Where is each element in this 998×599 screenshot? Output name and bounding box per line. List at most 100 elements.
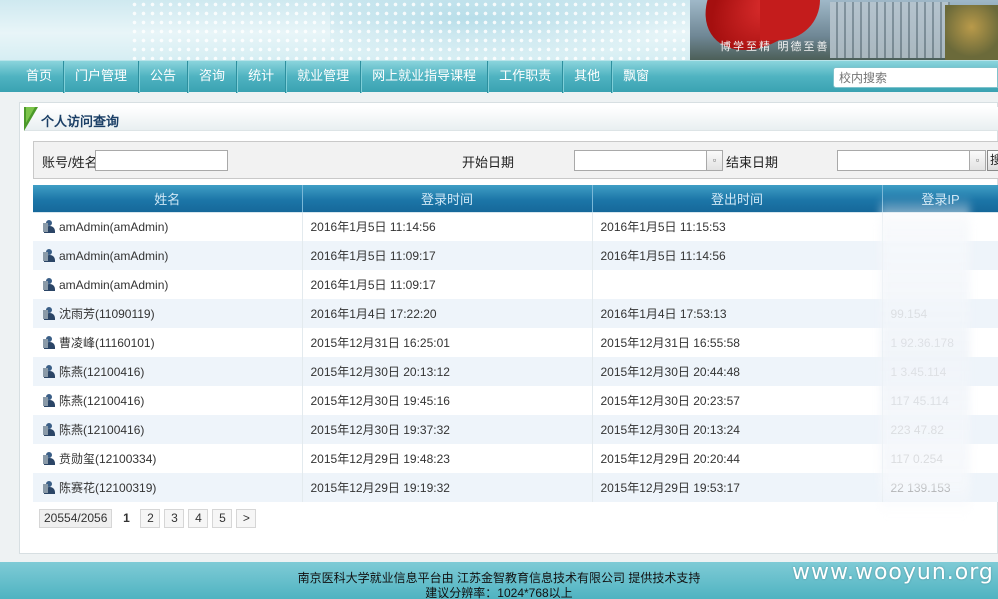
table-row[interactable]: 陈燕(12100416) 2015年12月30日 20:13:12 2015年12月…	[33, 357, 998, 386]
logout-time-cell: 2015年12月31日 16:55:58	[592, 328, 883, 357]
next-page-button[interactable]: >	[236, 509, 257, 528]
nav-item[interactable]: 咨询	[188, 60, 238, 93]
logout-time-cell	[592, 270, 883, 299]
user-name[interactable]: 贲勋玺(12100334)	[59, 452, 156, 466]
logout-time-cell: 2015年12月30日 20:13:24	[592, 415, 883, 444]
user-icon	[43, 481, 56, 494]
logout-time-cell: 2015年12月30日 20:44:48	[592, 357, 883, 386]
account-label: 账号/姓名	[42, 155, 98, 170]
user-cell[interactable]: 贲勋玺(12100334)	[33, 444, 303, 473]
page-button[interactable]: 1	[116, 509, 137, 528]
wooyun-watermark: www.wooyun.org	[792, 560, 994, 585]
table-row[interactable]: amAdmin(amAdmin) 2016年1月5日 11:14:56 2016年1…	[33, 212, 998, 241]
login-ip-cell: 117 45.114	[882, 386, 998, 415]
column-header-name[interactable]: 姓名	[33, 185, 303, 213]
user-icon	[43, 452, 56, 465]
user-cell[interactable]: amAdmin(amAdmin)	[33, 212, 303, 241]
login-ip-cell: 1 3.45.114	[882, 357, 998, 386]
nav-item[interactable]: 飘窗	[612, 61, 660, 93]
column-header-login-time[interactable]: 登录时间	[302, 185, 593, 213]
main-nav: 首页 门户管理 公告 咨询 统计 就业管理 网上就业指导课程 工作职责 其他 飘窗	[0, 60, 998, 93]
page-button[interactable]: 3	[164, 509, 185, 528]
user-name[interactable]: 陈燕(12100416)	[59, 423, 144, 437]
user-name[interactable]: 陈燕(12100416)	[59, 365, 144, 379]
user-name[interactable]: amAdmin(amAdmin)	[59, 278, 168, 292]
user-name[interactable]: 陈燕(12100416)	[59, 394, 144, 408]
nav-item[interactable]: 门户管理	[64, 60, 140, 93]
start-date-input[interactable]	[574, 150, 707, 171]
user-cell[interactable]: 陈赛花(12100319)	[33, 473, 303, 502]
table-row[interactable]: 贲勋玺(12100334) 2015年12月29日 19:48:23 2015年12…	[33, 444, 998, 473]
banner-tree	[945, 5, 998, 60]
banner-calligraphy: 博学至精 明德至善	[720, 40, 830, 53]
panel-title: 个人访问查询	[41, 114, 120, 129]
user-icon	[43, 423, 56, 436]
user-name[interactable]: 沈雨芳(11090119)	[59, 307, 155, 321]
search-button[interactable]: 搜	[987, 150, 998, 171]
column-header-login-ip[interactable]: 登录IP	[882, 185, 998, 213]
campus-search-input[interactable]	[833, 67, 998, 88]
account-input[interactable]	[95, 150, 228, 171]
table-row[interactable]: amAdmin(amAdmin) 2016年1月5日 11:09:17	[33, 270, 998, 299]
logout-time-cell: 2016年1月5日 11:15:53	[592, 212, 883, 241]
user-icon	[43, 307, 56, 320]
page-button[interactable]: 2	[140, 509, 161, 528]
start-date-label: 开始日期	[462, 155, 515, 170]
table-row[interactable]: amAdmin(amAdmin) 2016年1月5日 11:09:17 2016年1…	[33, 241, 998, 270]
start-calendar-icon[interactable]: ▫	[707, 150, 723, 171]
pagination: 20554/2056 1 2 3 4 5 >	[39, 509, 257, 529]
table-row[interactable]: 陈燕(12100416) 2015年12月30日 19:37:32 2015年12月…	[33, 415, 998, 444]
user-cell[interactable]: amAdmin(amAdmin)	[33, 241, 303, 270]
nav-item[interactable]: 公告	[139, 60, 189, 93]
logout-time-cell: 2015年12月29日 20:20:44	[592, 444, 883, 473]
user-icon	[43, 336, 56, 349]
user-name[interactable]: 陈赛花(12100319)	[59, 481, 156, 495]
nav-item[interactable]: 其他	[563, 60, 613, 93]
nav-item[interactable]: 统计	[237, 60, 287, 93]
user-name[interactable]: amAdmin(amAdmin)	[59, 249, 168, 263]
logout-time-cell: 2015年12月29日 19:53:17	[592, 473, 883, 502]
logout-time-cell: 2015年12月30日 20:23:57	[592, 386, 883, 415]
user-name[interactable]: 曹凌峰(11160101)	[59, 336, 155, 350]
nav-item[interactable]: 就业管理	[286, 60, 362, 93]
user-icon	[43, 365, 56, 378]
login-time-cell: 2015年12月31日 16:25:01	[302, 328, 593, 357]
user-cell[interactable]: 陈燕(12100416)	[33, 386, 303, 415]
user-cell[interactable]: amAdmin(amAdmin)	[33, 270, 303, 299]
panel-title-bar: 个人访问查询	[24, 107, 998, 131]
table-row[interactable]: 陈燕(12100416) 2015年12月30日 19:45:16 2015年12月…	[33, 386, 998, 415]
user-cell[interactable]: 曹凌峰(11160101)	[33, 328, 303, 357]
user-icon	[43, 248, 56, 262]
title-corner-highlight-icon	[26, 107, 35, 123]
table-row[interactable]: 沈雨芳(11090119) 2016年1月4日 17:22:20 2016年1月4日…	[33, 299, 998, 328]
footer-resolution-text: 建议分辨率：1024*768以上	[425, 586, 573, 599]
login-time-cell: 2015年12月30日 19:37:32	[302, 415, 593, 444]
page-count-info: 20554/2056	[39, 509, 113, 528]
login-time-cell: 2015年12月30日 19:45:16	[302, 386, 593, 415]
nav-item[interactable]: 网上就业指导课程	[361, 60, 489, 93]
login-ip-cell: 117 0.254	[882, 444, 998, 473]
nav-item[interactable]: 首页	[15, 60, 65, 93]
end-calendar-icon[interactable]: ▫	[970, 150, 986, 171]
end-date-input[interactable]	[837, 150, 970, 171]
user-cell[interactable]: 陈燕(12100416)	[33, 415, 303, 444]
login-time-cell: 2016年1月5日 11:09:17	[302, 241, 593, 270]
footer-support-text: 南京医科大学就业信息平台由 江苏金智教育信息技术有限公司 提供技术支持	[297, 571, 701, 585]
page-button[interactable]: 5	[212, 509, 233, 528]
user-cell[interactable]: 陈燕(12100416)	[33, 357, 303, 386]
login-time-cell: 2015年12月30日 20:13:12	[302, 357, 593, 386]
table-row[interactable]: 陈赛花(12100319) 2015年12月29日 19:19:32 2015年12…	[33, 473, 998, 502]
column-header-logout-time[interactable]: 登出时间	[592, 185, 883, 213]
table-row[interactable]: 曹凌峰(11160101) 2015年12月31日 16:25:01 2015年12…	[33, 328, 998, 357]
user-name[interactable]: amAdmin(amAdmin)	[59, 220, 168, 234]
login-ip-cell	[882, 270, 998, 299]
login-ip-cell: 223 47.82	[882, 415, 998, 444]
nav-item[interactable]: 工作职责	[488, 60, 564, 93]
user-cell[interactable]: 沈雨芳(11090119)	[33, 299, 303, 328]
user-icon	[43, 277, 56, 291]
banner-building	[830, 2, 950, 58]
page-button[interactable]: 4	[188, 509, 209, 528]
login-time-cell: 2016年1月4日 17:22:20	[302, 299, 593, 328]
user-icon	[43, 219, 56, 233]
login-ip-cell	[882, 212, 998, 241]
